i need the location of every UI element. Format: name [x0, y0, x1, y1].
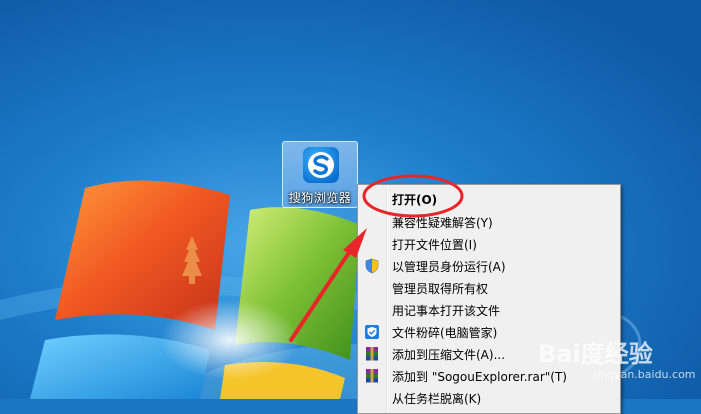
menu-item-open-with-notepad[interactable]: 用记事本打开该文件 [360, 299, 618, 321]
menu-item-label: 添加到压缩文件(A)... [392, 348, 506, 362]
menu-item-open[interactable]: 打开(O) [360, 188, 618, 210]
menu-item-file-shredder[interactable]: 文件粉碎(电脑管家) [360, 321, 618, 343]
menu-item-label: 以管理员身份运行(A) [392, 260, 506, 274]
tencent-pc-manager-icon [365, 325, 379, 339]
desktop-shortcut-sogou-browser[interactable]: 搜狗浏览器 [282, 141, 358, 208]
menu-item-compatibility[interactable]: 兼容性疑难解答(Y) [360, 211, 618, 233]
winrar-icon [366, 369, 378, 383]
menu-item-label: 用记事本打开该文件 [392, 304, 501, 318]
uac-shield-icon [365, 258, 379, 274]
menu-item-label: 添加到 "SogouExplorer.rar"(T) [392, 370, 567, 384]
context-menu: 打开(O) 兼容性疑难解答(Y) 打开文件位置(I) 以管理员身份运行(A) 管… [357, 184, 621, 414]
sogou-browser-icon [303, 147, 339, 183]
menu-item-run-as-admin[interactable]: 以管理员身份运行(A) [360, 255, 618, 277]
menu-item-add-to-archive[interactable]: 添加到压缩文件(A)... [360, 343, 618, 365]
menu-item-label: 打开文件位置(I) [392, 238, 477, 252]
menu-item-label: 打开(O) [392, 193, 438, 207]
menu-item-label: 管理员取得所有权 [392, 282, 489, 296]
menu-item-take-ownership[interactable]: 管理员取得所有权 [360, 277, 618, 299]
shortcut-label: 搜狗浏览器 [288, 191, 352, 205]
menu-item-label: 文件粉碎(电脑管家) [392, 326, 498, 340]
menu-item-add-to-sogouexplorer-rar[interactable]: 添加到 "SogouExplorer.rar"(T) [360, 365, 618, 387]
menu-item-open-file-location[interactable]: 打开文件位置(I) [360, 233, 618, 255]
menu-item-unpin-taskbar[interactable]: 从任务栏脱离(K) [360, 387, 618, 409]
menu-item-label: 兼容性疑难解答(Y) [392, 216, 493, 230]
winrar-icon [366, 347, 378, 361]
